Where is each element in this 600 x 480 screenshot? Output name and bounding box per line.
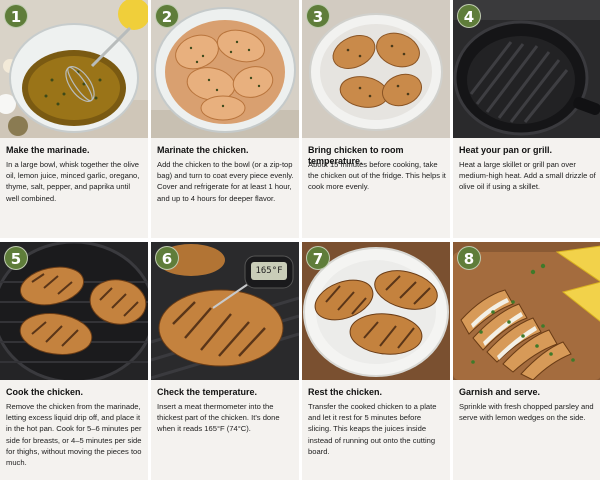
step-number-badge: 3 <box>306 4 330 28</box>
step-card-1: 1 Make the marinade. In a large bowl, wh… <box>0 0 148 238</box>
step-title: Cook the chicken. <box>6 387 84 397</box>
step-6-photo-thermometer-check: 165°F 6 <box>151 242 299 380</box>
step-1-photo-marinade-bowl: 1 <box>0 0 148 138</box>
step-card-6: 165°F 6 Check the temperature. Insert a … <box>151 242 299 480</box>
step-description: Sprinkle with fresh chopped parsley and … <box>459 402 594 423</box>
step-description: Transfer the cooked chicken to a plate a… <box>308 402 437 456</box>
step-card-3: 3 Bring chicken to room temperature. Abo… <box>302 0 450 238</box>
step-description: Add the chicken to the bowl (or a zip-to… <box>157 160 294 203</box>
step-8-photo-sliced-chicken-garnished: 8 <box>453 242 600 380</box>
step-number-badge: 4 <box>457 4 481 28</box>
step-card-7: 7 Rest the chicken. Transfer the cooked … <box>302 242 450 480</box>
step-5-photo-chicken-in-pan: 5 <box>0 242 148 380</box>
step-number-badge: 8 <box>457 246 481 270</box>
step-number-badge: 2 <box>155 4 179 28</box>
step-7-photo-chicken-resting-on-plate: 7 <box>302 242 450 380</box>
step-card-8: 8 Garnish and serve. Sprinkle with fresh… <box>453 242 600 480</box>
step-description: In a large bowl, whisk together the oliv… <box>6 160 140 203</box>
step-4-photo-grill-pan: 4 <box>453 0 600 138</box>
recipe-steps-grid: 1 Make the marinade. In a large bowl, wh… <box>0 0 600 480</box>
step-title: Heat your pan or grill. <box>459 145 553 155</box>
step-card-5: 5 Cook the chicken. Remove the chicken f… <box>0 242 148 480</box>
thermometer-display-reading: 165°F <box>255 266 283 276</box>
step-number-badge: 7 <box>306 246 330 270</box>
step-title: Make the marinade. <box>6 145 90 155</box>
step-description: Heat a large skillet or grill pan over m… <box>459 160 596 192</box>
step-description: About 15 minutes before cooking, take th… <box>308 160 446 192</box>
step-number-badge: 6 <box>155 246 179 270</box>
step-number-badge: 5 <box>4 246 28 270</box>
step-title: Check the temperature. <box>157 387 258 397</box>
step-title: Rest the chicken. <box>308 387 383 397</box>
step-number-badge: 1 <box>4 4 28 28</box>
step-description: Remove the chicken from the marinade, le… <box>6 402 142 468</box>
step-title: Marinate the chicken. <box>157 145 249 155</box>
step-card-2: 2 Marinate the chicken. Add the chicken … <box>151 0 299 238</box>
step-2-photo-marinated-chicken-bowl: 2 <box>151 0 299 138</box>
step-title: Garnish and serve. <box>459 387 541 397</box>
step-card-4: 4 Heat your pan or grill. Heat a large s… <box>453 0 600 238</box>
step-3-photo-chicken-in-bowl: 3 <box>302 0 450 138</box>
step-description: Insert a meat thermometer into the thick… <box>157 402 280 434</box>
